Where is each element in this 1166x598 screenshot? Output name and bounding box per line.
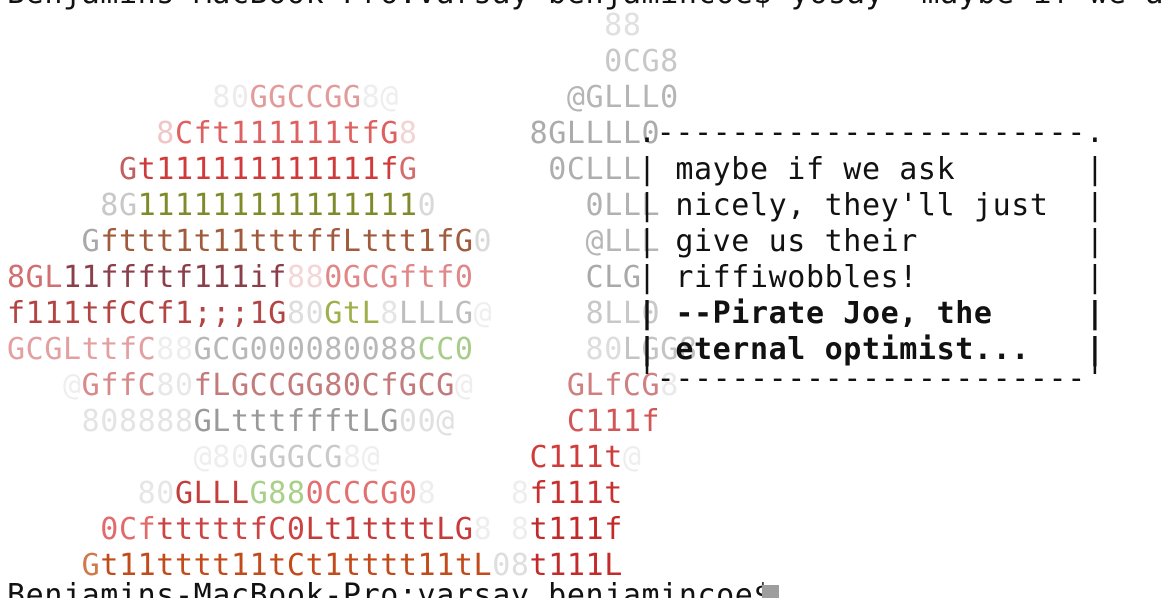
ascii-art-segment: 80 [286, 296, 325, 331]
ascii-art-segment: C111f [454, 404, 661, 439]
ascii-art-segment: 0CCCG0 [305, 476, 418, 511]
ascii-art-segment: G [7, 152, 138, 187]
ascii-art-row: Gt111111111111fG 0CLLL [7, 152, 642, 188]
ascii-art-segment: GLfCG [473, 368, 661, 403]
ascii-art-segment: @ [473, 296, 493, 331]
ascii-art-segment: @ [7, 368, 82, 403]
ascii-art-row: 8G1111111111111110 0LLL [7, 188, 660, 224]
ascii-art-segment: 8 [380, 296, 399, 331]
ascii-art-row: 0CftttttfC0Lt1ttttLG8 8t111f [7, 512, 623, 548]
ascii-art-segment: 8GLLLL0 [417, 116, 661, 151]
ascii-art-segment: 0 [473, 224, 493, 259]
ascii-art-row: GCGLttfC88GCG000080088CC0 80LGG8 [7, 332, 698, 368]
ascii-art-segment: CLG [473, 260, 642, 295]
ascii-art-segment: 8G [7, 188, 138, 223]
ascii-art-segment: 111111111111111 [137, 188, 418, 223]
ascii-art-segment: 11ffftf111if [63, 260, 287, 295]
ascii-art-segment: fLGCCGG80CfGCG [193, 368, 455, 403]
ascii-art-segment: fttt1t11tttffLttt1fG [100, 224, 474, 259]
ascii-art-row: 808888GLtttffftLG00@ C111f [7, 404, 660, 440]
ascii-art-segment: 8 [492, 512, 530, 547]
ascii-art-segment: 00@ [398, 404, 455, 439]
speech-bubble-line: | give us their | [638, 224, 1105, 259]
text-cursor[interactable] [762, 585, 779, 598]
speech-bubble-line: | maybe if we ask | [638, 152, 1105, 187]
ascii-art-row: @80GGGCG8@ C111t@ [7, 440, 642, 476]
ascii-art-segment: 8@ [342, 440, 381, 475]
ascii-art-segment: 8 [473, 512, 493, 547]
ascii-art-segment: t111f [529, 512, 623, 547]
ascii-art-segment: 8LL0 [492, 296, 661, 331]
ascii-art-row: 0CG8 [7, 44, 679, 80]
ascii-art-segment: 0Cf [7, 512, 157, 547]
ascii-art-segment: @LLL [492, 224, 661, 259]
ascii-art-row: 80GGCCGG8@ @GLLL0 [7, 80, 679, 116]
speech-bubble-line: | riffiwobbles! | [638, 260, 1105, 295]
ascii-art-segment: GCGLttfC [7, 332, 157, 367]
ascii-art-segment: GLLL [174, 476, 250, 511]
ascii-art-segment: 88 [7, 8, 642, 43]
ascii-art-segment: Lt1ttttLG [305, 512, 474, 547]
ascii-art-row: 8GL11ffftf111if880GCGftf0 CLG [7, 260, 642, 296]
ascii-art-segment: C111t [380, 440, 623, 475]
ascii-art-segment: 0GCGftf0 [324, 260, 474, 295]
ascii-art-segment: f111tfCCf1;;;1G [7, 296, 287, 331]
speech-bubble-line: | nicely, they'll just | [638, 188, 1105, 223]
ascii-art-segment: 808888 [7, 404, 194, 439]
ascii-art-segment: 80 [156, 368, 194, 403]
ascii-art-segment: 8 [7, 116, 175, 151]
ascii-art-segment: Cft111111tfG [174, 116, 399, 151]
ascii-art-segment: 8GL [7, 260, 63, 295]
shell-prompt: Benjamins-MacBook-Pro:varsay benjamincoe… [7, 578, 791, 598]
ascii-art-segment: tttttfC0 [156, 512, 306, 547]
ascii-art-segment: 8 [417, 476, 437, 511]
ascii-art-segment: 0 [417, 188, 437, 223]
terminal-window[interactable]: Benjamins-MacBook-Pro:varsay benjamincoe… [0, 0, 1166, 598]
ascii-art-segment: GLtttffftLG [193, 404, 399, 439]
ascii-art-segment: CC0 [417, 332, 474, 367]
ascii-art-row: 88 [7, 8, 642, 44]
ascii-art-row: 8Cft111111tfG8 8GLLLL0 [7, 116, 660, 152]
ascii-art-segment: 8@ [361, 80, 399, 115]
ascii-art-segment: 80 [7, 476, 175, 511]
ascii-art-segment: GGCCGG [249, 80, 362, 115]
ascii-art-segment: @ [622, 440, 642, 475]
ascii-art-segment: f111t [529, 476, 623, 511]
ascii-art-segment: 88 [286, 260, 325, 295]
ascii-art-segment: 8 [398, 116, 418, 151]
ascii-art-segment: @ [454, 368, 474, 403]
ascii-art-segment: GCG000080088 [193, 332, 418, 367]
ascii-art-segment: LLLG [398, 296, 474, 331]
ascii-art-segment: 88 [156, 332, 194, 367]
ascii-art-segment: GtL [324, 296, 381, 331]
speech-bubble-bottom-border: '-----------------------' [638, 361, 1105, 396]
ascii-art-segment: G88 [249, 476, 306, 511]
ascii-art-segment: 0CG8 [7, 44, 679, 79]
ascii-art-segment: 0CLLL [417, 152, 642, 187]
ascii-art-segment: GffC [81, 368, 157, 403]
ascii-art-segment: t111111111111f [137, 152, 399, 187]
ascii-art-segment: 80 [7, 80, 250, 115]
ascii-art-row: @GffC80fLGCCGG80CfGCG@ GLfCG8 [7, 368, 679, 404]
ascii-art-segment: 8 [436, 476, 530, 511]
ascii-art-segment: GGGCG [249, 440, 343, 475]
ascii-art-segment: G [398, 152, 418, 187]
speech-bubble-line: | --Pirate Joe, the | [638, 296, 1105, 331]
ascii-art-segment: @80 [7, 440, 250, 475]
speech-bubble-top-border: .-----------------------. [638, 115, 1105, 150]
ascii-art-row: f111tfCCf1;;;1G80GtL8LLLG@ 8LL0 [7, 296, 660, 332]
ascii-art-segment: 80 [473, 332, 623, 367]
ascii-art-row: Gfttt1t11tttffLttt1fG0 @LLL [7, 224, 660, 260]
ascii-art-segment: G [7, 224, 101, 259]
ascii-art-row: 80GLLLG880CCCG08 8f111t [7, 476, 623, 512]
ascii-art-segment: 0LLL [436, 188, 661, 223]
ascii-art-segment: @GLLL0 [398, 80, 679, 115]
